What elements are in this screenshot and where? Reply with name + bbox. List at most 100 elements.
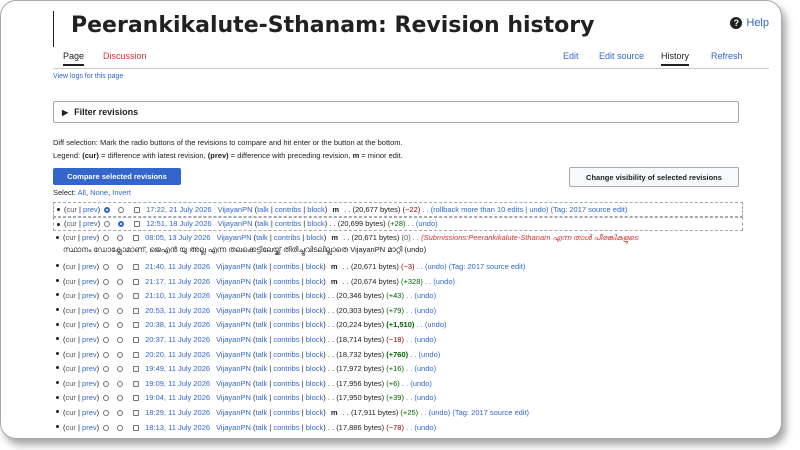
revision-date-link[interactable]: 19:04, 11 July 2026 (145, 393, 210, 402)
contribs-link[interactable]: contribs (275, 205, 301, 214)
revision-date-link[interactable]: 21:40, 11 July 2026 (145, 262, 210, 271)
contribs-link[interactable]: contribs (273, 320, 299, 329)
cur-link[interactable]: cur (66, 379, 76, 388)
revision-date-link[interactable]: 20:20, 11 July 2026 (145, 350, 210, 359)
user-link[interactable]: VijayanPN (216, 320, 251, 329)
revision-date-link[interactable]: 19:09, 11 July 2026 (145, 379, 210, 388)
prev-link[interactable]: prev (82, 408, 97, 417)
user-link[interactable]: VijayanPN (216, 306, 251, 315)
revision-date-link[interactable]: 08:05, 13 July 2026 (145, 233, 210, 242)
prev-link[interactable]: prev (83, 219, 98, 228)
revision-checkbox[interactable] (133, 409, 140, 416)
contribs-link[interactable]: contribs (273, 437, 299, 438)
revision-checkbox[interactable] (133, 395, 140, 402)
block-link[interactable]: block (306, 306, 324, 315)
cur-link[interactable]: cur (66, 350, 76, 359)
cur-link[interactable]: cur (66, 320, 76, 329)
talk-link[interactable]: talk (256, 233, 268, 242)
user-link[interactable]: VijayanPN (218, 205, 253, 214)
radio-new[interactable] (117, 409, 124, 416)
talk-link[interactable]: talk (256, 423, 268, 432)
revision-date-link[interactable]: 18:13, 11 July 2026 (145, 423, 210, 432)
prev-link[interactable]: prev (82, 393, 97, 402)
prev-link[interactable]: prev (82, 437, 97, 438)
radio-new[interactable] (117, 307, 124, 314)
prev-link[interactable]: prev (83, 205, 98, 214)
prev-link[interactable]: prev (82, 364, 97, 373)
radio-old[interactable] (103, 307, 110, 314)
talk-link[interactable]: talk (256, 262, 268, 271)
revision-date-link[interactable]: 20:37, 11 July 2026 (145, 335, 210, 344)
radio-new[interactable] (118, 221, 125, 228)
prev-link[interactable]: prev (82, 350, 97, 359)
radio-old[interactable] (104, 221, 111, 228)
radio-new[interactable] (117, 380, 124, 387)
revision-date-link[interactable]: 17:22, 21 July 2026 (146, 205, 211, 214)
revision-checkbox[interactable] (134, 221, 141, 228)
user-link[interactable]: VijayanPN (216, 350, 251, 359)
revision-checkbox[interactable] (133, 351, 140, 358)
cur-link[interactable]: cur (66, 277, 76, 286)
revision-checkbox[interactable] (133, 336, 140, 343)
revision-checkbox[interactable] (133, 307, 140, 314)
cur-link[interactable]: cur (66, 364, 76, 373)
radio-new[interactable] (117, 424, 124, 431)
tab-history[interactable]: History (661, 51, 690, 66)
radio-old[interactable] (103, 366, 110, 373)
radio-new[interactable] (117, 293, 124, 300)
radio-old[interactable] (103, 351, 110, 358)
prev-link[interactable]: prev (82, 379, 97, 388)
user-link[interactable]: VijayanPN (216, 262, 251, 271)
radio-old[interactable] (103, 293, 110, 300)
revision-checkbox[interactable] (133, 380, 140, 387)
block-link[interactable]: block (306, 335, 324, 344)
contribs-link[interactable]: contribs (273, 262, 299, 271)
radio-new[interactable] (117, 395, 124, 402)
user-link[interactable]: VijayanPN (216, 393, 251, 402)
radio-new[interactable] (117, 264, 124, 270)
revision-date-link[interactable]: 21:10, 11 July 2026 (145, 291, 210, 300)
block-link[interactable]: block (306, 233, 324, 242)
user-link[interactable]: VijayanPN (218, 219, 253, 228)
talk-link[interactable]: talk (256, 291, 268, 300)
cur-link[interactable]: cur (66, 437, 76, 438)
radio-new[interactable] (117, 235, 124, 242)
tab-edit[interactable]: Edit (563, 51, 579, 61)
radio-new[interactable] (117, 336, 124, 343)
prev-link[interactable]: prev (82, 233, 97, 242)
prev-link[interactable]: prev (82, 291, 97, 300)
block-link[interactable]: block (306, 262, 324, 271)
block-link[interactable]: block (306, 393, 324, 402)
radio-new[interactable] (117, 278, 124, 285)
block-link[interactable]: block (306, 320, 324, 329)
user-link[interactable]: VijayanPN (216, 364, 251, 373)
talk-link[interactable]: talk (256, 393, 268, 402)
view-logs-link[interactable]: View logs for this page (53, 73, 123, 80)
revision-date-link[interactable]: 18:29, 11 July 2026 (145, 408, 210, 417)
cur-link[interactable]: cur (67, 219, 77, 228)
revision-date-link[interactable]: 20:53, 11 July 2026 (145, 306, 210, 315)
revision-date-link[interactable]: 20:38, 11 July 2026 (145, 320, 210, 329)
user-link[interactable]: VijayanPN (216, 291, 251, 300)
revision-checkbox[interactable] (133, 293, 140, 300)
contribs-link[interactable]: contribs (273, 393, 299, 402)
radio-new[interactable] (117, 366, 124, 373)
select-none-link[interactable]: None (90, 188, 108, 197)
contribs-link[interactable]: contribs (273, 364, 299, 373)
prev-link[interactable]: prev (82, 277, 97, 286)
contribs-link[interactable]: contribs (273, 423, 299, 432)
contribs-link[interactable]: contribs (275, 219, 301, 228)
user-link[interactable]: VijayanPN (216, 379, 251, 388)
contribs-link[interactable]: contribs (273, 277, 299, 286)
user-link[interactable]: VijayanPN (216, 335, 251, 344)
radio-old[interactable] (103, 424, 110, 431)
revision-checkbox[interactable] (133, 366, 140, 373)
block-link[interactable]: block (306, 408, 324, 417)
user-link[interactable]: VijayanPN (216, 277, 251, 286)
help-link[interactable]: ? Help (730, 17, 769, 29)
radio-new[interactable] (117, 351, 124, 358)
contribs-link[interactable]: contribs (273, 335, 299, 344)
tab-refresh[interactable]: Refresh (711, 51, 743, 61)
block-link[interactable]: block (306, 379, 324, 388)
revision-checkbox[interactable] (133, 278, 140, 285)
